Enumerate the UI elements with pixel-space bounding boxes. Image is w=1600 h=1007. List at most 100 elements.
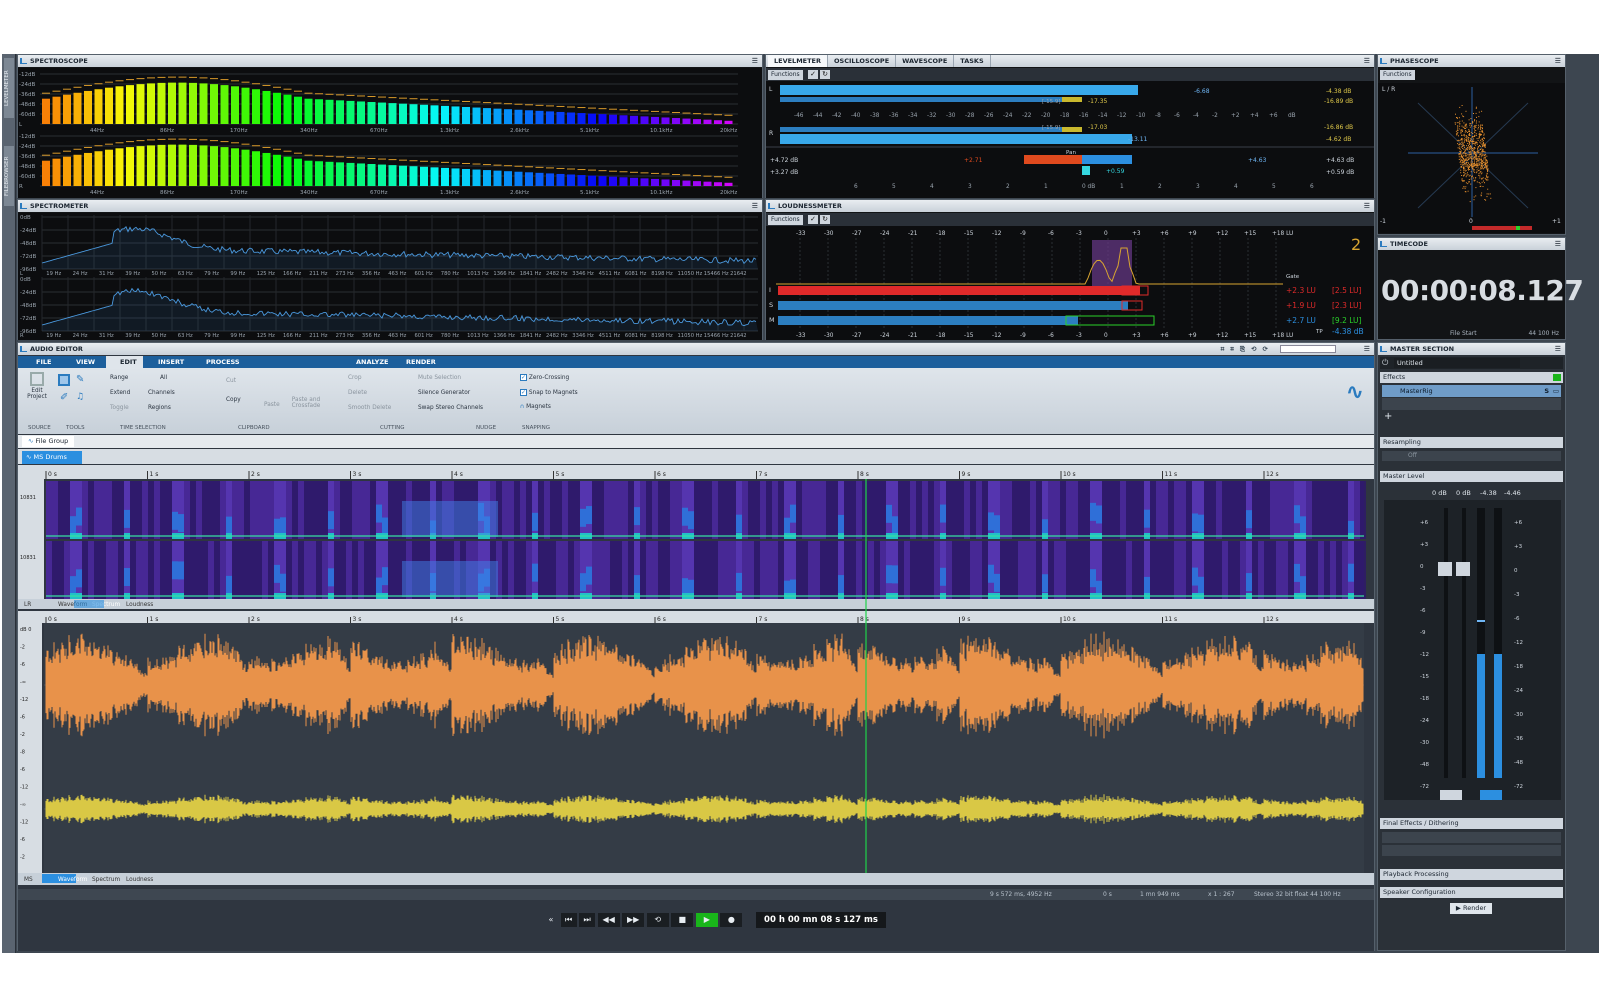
tool-speaker-icon[interactable]: ♫ [76, 392, 84, 402]
timecode-mode[interactable]: File Start [1450, 330, 1477, 337]
tab-wavescope[interactable]: WAVESCOPE [896, 55, 955, 67]
magnets-dropdown[interactable]: ∩ Magnets [520, 404, 551, 410]
paste-crossfade-button[interactable]: Paste and Crossfade [286, 397, 326, 409]
snap-magnets-checkbox[interactable]: ✓ Snap to Magnets [520, 389, 578, 396]
plugin-s-icon[interactable]: S [1544, 385, 1549, 397]
panel-menu-icon[interactable]: ☰ [1364, 343, 1370, 355]
tab-render[interactable]: RENDER [406, 356, 436, 368]
delete-button[interactable]: Delete [348, 390, 367, 396]
editor-toolbar-icons[interactable]: ⌗⌗⎘⟲⟳ [1221, 343, 1274, 355]
zero-crossing-checkbox[interactable]: ✓ Zero-Crossing [520, 374, 569, 381]
effect-slot-masterrig[interactable]: MasterRig S ▭ [1382, 385, 1561, 397]
range-button[interactable]: Range [110, 375, 128, 381]
checkmark-icon[interactable]: ✓ [808, 70, 818, 79]
panel-menu-icon[interactable]: ☰ [1364, 200, 1370, 212]
regions-dropdown[interactable]: Regions [148, 405, 171, 411]
record-icon[interactable]: ● [720, 913, 743, 927]
tab-levelmeter[interactable]: LEVELMETER [768, 55, 828, 67]
tab-file[interactable]: FILE [36, 356, 51, 368]
stop-icon[interactable]: ■ [671, 913, 694, 927]
checkmark-icon[interactable]: ✓ [808, 215, 818, 224]
tab-insert[interactable]: INSERT [158, 356, 184, 368]
swap-stereo-button[interactable]: Swap Stereo Channels [418, 405, 483, 411]
phase-dot [1476, 151, 1478, 153]
peak-hold [703, 113, 712, 115]
panel-menu-icon[interactable]: ☰ [1555, 55, 1561, 67]
fast-forward-icon[interactable]: ▶▶ [622, 913, 645, 927]
panel-menu-icon[interactable]: ☰ [1555, 238, 1561, 250]
cut-button[interactable]: Cut [226, 378, 236, 384]
transport-time-display[interactable]: 00 h 00 mn 08 s 127 ms [756, 912, 886, 928]
playback-processing-header[interactable]: Playback Processing [1380, 869, 1563, 880]
file-group-tab[interactable]: ∿ File Group [22, 436, 75, 447]
effects-active-icon[interactable] [1553, 374, 1561, 381]
audio-waveform-area[interactable]: 0 s1 s2 s3 s4 s5 s6 s7 s8 s9 s 10 s 11 s 12… [18, 465, 1374, 886]
play-icon[interactable]: ▶ [695, 913, 718, 927]
toggle-button[interactable]: Toggle [110, 405, 129, 411]
silence-generator-button[interactable]: Silence Generator [418, 390, 470, 396]
tab-analyze[interactable]: ANALYZE [356, 356, 389, 368]
spectrogram-column [316, 481, 322, 539]
panel-menu-icon[interactable]: ☰ [752, 200, 758, 212]
paste-button[interactable]: Paste [264, 402, 280, 408]
functions-button[interactable]: Functions [1380, 70, 1415, 80]
crop-button[interactable]: Crop [348, 375, 362, 381]
spectrogram-column [118, 541, 124, 599]
all-button[interactable]: All [160, 375, 167, 381]
reset-icon[interactable]: ↻ [820, 70, 830, 79]
prev-marker-icon[interactable]: ⏮ [560, 913, 577, 927]
tab-edit[interactable]: EDIT [106, 356, 143, 368]
tool-select-icon[interactable] [58, 374, 70, 386]
next-marker-icon[interactable]: ⏭ [579, 913, 596, 927]
final-effects-header[interactable]: Final Effects / Dithering [1380, 818, 1563, 829]
render-button[interactable]: ▶ Render [1450, 903, 1492, 914]
loop-icon[interactable]: ⟲ [646, 913, 669, 927]
functions-button[interactable]: Functions [768, 215, 803, 225]
left-strip-filebrowser-tab[interactable]: FILEBROWSER [4, 146, 14, 206]
edit-project-button[interactable]: Edit Project [24, 372, 50, 400]
add-effect-icon[interactable]: + [1384, 411, 1392, 422]
reset-icon[interactable]: ↻ [820, 215, 830, 224]
effect-slot-empty[interactable] [1382, 398, 1561, 410]
channels-dropdown[interactable]: Channels [148, 390, 175, 396]
power-icon[interactable]: ⏻ [1382, 357, 1388, 369]
resampling-header[interactable]: Resampling [1380, 437, 1563, 448]
left-strip-levelmeter-tab[interactable]: LEVELMETER [4, 58, 14, 118]
master-level-meters[interactable]: 0 dB 0 dB -4.38 -4.46+6+30-3-6-9-12-15-18-2… [1380, 484, 1565, 819]
zoom-dropdown[interactable] [1280, 345, 1336, 353]
speaker-configuration-header[interactable]: Speaker Configuration [1380, 887, 1563, 898]
tab-oscilloscope[interactable]: OSCILLOSCOPE [828, 55, 897, 67]
plugin-edit-icon[interactable]: ▭ [1553, 385, 1559, 397]
file-tab-ms-drums[interactable]: ∿ MS Drums [22, 451, 82, 464]
extend-button[interactable]: Extend [110, 390, 130, 396]
spectrogram-hit [892, 516, 898, 535]
mute-selection-button[interactable]: Mute Selection [418, 375, 461, 381]
panel-menu-icon[interactable]: ☰ [752, 55, 758, 67]
smooth-delete-button[interactable]: Smooth Delete [348, 405, 391, 411]
tab-process[interactable]: PROCESS [206, 356, 240, 368]
panel-menu-icon[interactable]: ☰ [1555, 343, 1561, 355]
level-tick: -16 [1079, 113, 1089, 119]
effects-header[interactable]: Effects [1380, 372, 1563, 383]
panel-menu-icon[interactable]: ☰ [1364, 55, 1370, 67]
rewind-icon[interactable]: ◀◀ [597, 913, 620, 927]
master-level-header[interactable]: Master Level [1380, 471, 1563, 482]
phase-dot [1478, 121, 1480, 123]
preset-field[interactable]: Untitled [1394, 358, 1520, 368]
tool-draw-icon[interactable]: ✎ [76, 374, 84, 385]
tool-pencil-icon[interactable]: ✐ [60, 392, 68, 403]
copy-button[interactable]: Copy [226, 397, 241, 403]
tab-tasks[interactable]: TASKS [954, 55, 991, 67]
status-start[interactable]: 0 s [1103, 889, 1112, 900]
status-zoom[interactable]: x 1 : 267 [1208, 889, 1235, 900]
rewind-start-icon[interactable]: « [544, 913, 558, 927]
final-slot-1[interactable] [1382, 832, 1561, 843]
final-slot-2[interactable] [1382, 845, 1561, 856]
spectrum-bar [420, 166, 428, 186]
status-length[interactable]: 1 mn 949 ms [1140, 889, 1180, 900]
tab-view[interactable]: VIEW [76, 356, 95, 368]
status-format[interactable]: Stereo 32 bit float 44 100 Hz [1254, 889, 1341, 900]
phase-dot [1473, 127, 1475, 129]
functions-button[interactable]: Functions [768, 70, 803, 80]
resampling-off[interactable]: Off [1382, 451, 1561, 461]
